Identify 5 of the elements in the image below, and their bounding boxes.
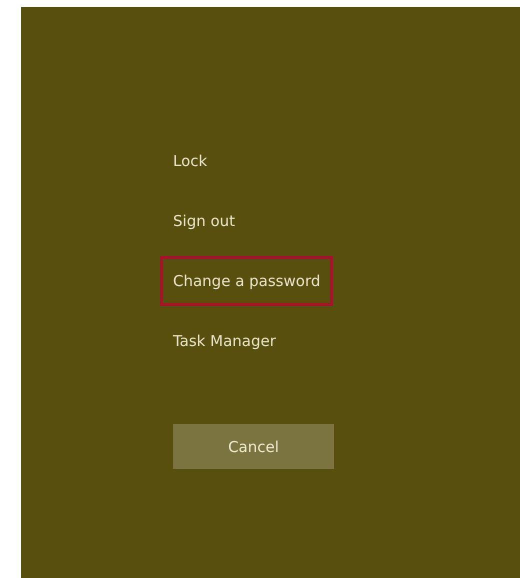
menu-item[interactable]: Change a password (160, 256, 334, 306)
cancel-button[interactable]: Cancel (173, 424, 334, 469)
menu-item[interactable]: Sign out (160, 196, 248, 246)
menu-item[interactable]: Lock (160, 136, 220, 186)
menu-item[interactable]: Task Manager (160, 316, 289, 366)
